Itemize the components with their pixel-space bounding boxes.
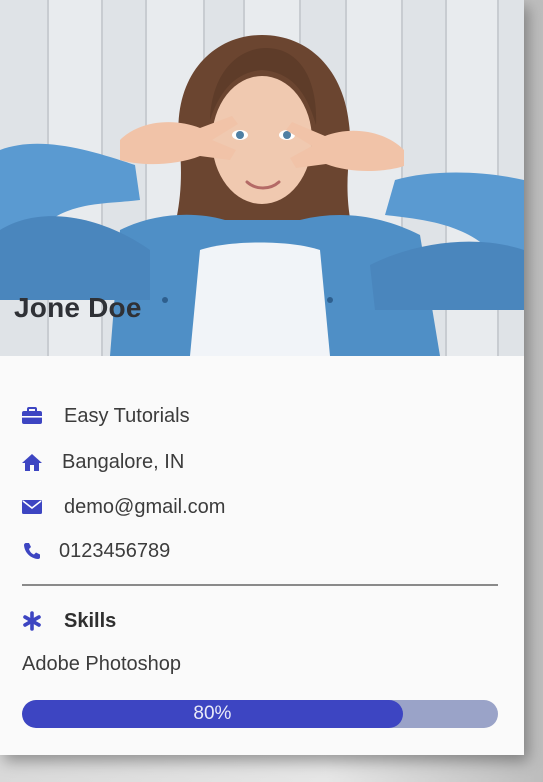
briefcase-icon <box>20 404 44 428</box>
home-icon <box>20 450 44 474</box>
phone-row: 0123456789 <box>20 538 170 564</box>
asterisk-icon <box>20 609 44 633</box>
profile-name: Jone Doe <box>14 292 142 323</box>
skills-heading: Skills <box>64 609 117 632</box>
envelope-icon <box>20 495 44 519</box>
location-text: Bangalore, IN <box>62 450 185 473</box>
section-divider <box>22 584 498 586</box>
company-row: Easy Tutorials <box>20 403 190 429</box>
phone-text: 0123456789 <box>59 539 171 562</box>
email-row: demo@gmail.com <box>20 494 225 520</box>
company-text: Easy Tutorials <box>64 404 190 427</box>
skills-heading-row: Skills <box>20 608 116 634</box>
email-text: demo@gmail.com <box>64 495 226 518</box>
skill-progress-fill: 80% <box>22 700 403 728</box>
phone-icon <box>20 539 44 563</box>
skill-progress-label: 80% <box>193 703 232 724</box>
location-row: Bangalore, IN <box>20 449 184 475</box>
skill-name: Adobe Photoshop <box>22 653 182 675</box>
profile-card: Jone Doe Easy Tutorials Bangalore, IN de… <box>0 0 524 755</box>
skill-progress-bar: 80% <box>22 700 498 728</box>
